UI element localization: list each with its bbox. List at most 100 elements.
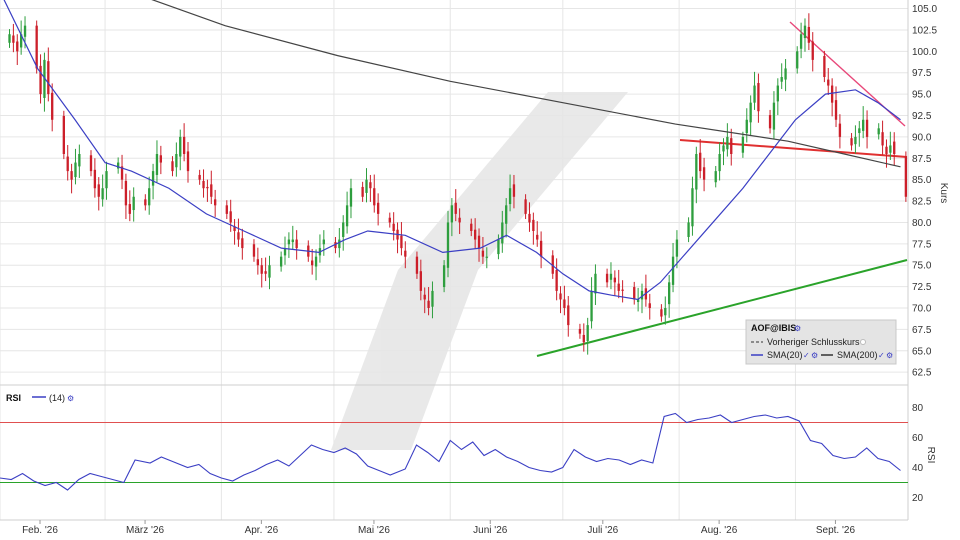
- candle-body: [101, 188, 104, 200]
- candle-body: [854, 136, 857, 145]
- candle-body: [78, 154, 81, 167]
- candle-body: [404, 250, 407, 257]
- candle-body: [609, 273, 613, 280]
- candle-body: [369, 182, 372, 189]
- candle-body: [342, 222, 345, 237]
- candle-body: [784, 68, 787, 80]
- candle-body: [97, 184, 100, 197]
- candle-body: [621, 289, 624, 291]
- candle-body: [345, 205, 349, 227]
- candle-body: [741, 136, 745, 153]
- price-tick-label: 102.5: [912, 25, 937, 36]
- candle-body: [830, 85, 834, 103]
- candle-body: [567, 305, 570, 326]
- candle-body: [66, 156, 69, 172]
- price-tick-label: 80.0: [912, 218, 932, 229]
- price-tick-label: 65.0: [912, 346, 932, 357]
- candle-body: [881, 132, 884, 146]
- candle-body: [155, 154, 159, 175]
- price-tick-label: 87.5: [912, 154, 932, 165]
- candle-body: [70, 171, 73, 180]
- x-tick-label: Feb. '26: [22, 525, 58, 536]
- candle-body: [590, 290, 593, 322]
- x-tick-label: März '26: [126, 525, 164, 536]
- candle-body: [501, 222, 504, 244]
- candle-body: [893, 141, 896, 154]
- price-tick-label: 97.5: [912, 68, 932, 79]
- candle-body: [582, 334, 585, 343]
- candle-body: [400, 235, 403, 249]
- rsi-tick-label: 40: [912, 463, 924, 474]
- legend-symbol: AOF@IBIS: [751, 323, 796, 333]
- candle-body: [834, 100, 838, 120]
- candle-body: [186, 151, 190, 172]
- candle-body: [198, 174, 201, 180]
- candle-body: [314, 256, 318, 267]
- candle-body: [862, 119, 865, 131]
- candle-body: [850, 138, 853, 146]
- candle-body: [237, 232, 240, 240]
- check-icon[interactable]: ✓: [803, 351, 810, 360]
- candle-body: [151, 171, 155, 186]
- candle-body: [454, 202, 457, 214]
- legend-prev-close: Vorheriger Schlusskurs: [767, 337, 860, 347]
- settings-icon[interactable]: ⚙: [886, 351, 893, 360]
- candle-body: [555, 269, 558, 291]
- price-y-ticks: 62.5 65.0 67.5 70.0 72.5 75.0 77.5 80.0 82.5 85.0…: [912, 4, 937, 379]
- x-tick-label: Apr. '26: [245, 525, 279, 536]
- toggle-dot-icon[interactable]: [860, 339, 866, 345]
- candle-body: [718, 154, 721, 172]
- watermark-logo: [331, 92, 628, 450]
- candle-body: [295, 239, 298, 249]
- settings-icon[interactable]: ⚙: [811, 351, 818, 360]
- rsi-period: (14): [49, 393, 65, 403]
- candle-body: [753, 85, 756, 103]
- price-tick-label: 70.0: [912, 304, 932, 315]
- candle-body: [349, 188, 353, 207]
- legend-sma20: SMA(20): [767, 350, 803, 360]
- rsi-label: RSI: [6, 393, 21, 403]
- candle-body: [427, 300, 430, 308]
- candle-body: [675, 239, 679, 257]
- candle-body: [62, 115, 65, 154]
- candle-body: [338, 239, 341, 249]
- x-tick-label: Mai '26: [358, 525, 390, 536]
- candle-body: [287, 239, 291, 245]
- candle-body: [392, 223, 395, 231]
- rsi-grid: [0, 422, 908, 483]
- candle-body: [279, 256, 283, 267]
- candle-body: [229, 211, 232, 223]
- price-tick-label: 92.5: [912, 111, 932, 122]
- candle-body: [182, 136, 186, 154]
- candle-body: [365, 179, 368, 193]
- candle-body: [648, 303, 651, 308]
- candle-body: [89, 155, 93, 172]
- check-icon[interactable]: ✓: [878, 351, 885, 360]
- candle-body: [532, 219, 535, 231]
- x-tick-label: Sept. '26: [816, 525, 856, 536]
- candle-body: [470, 223, 473, 231]
- candle-body: [807, 26, 811, 43]
- candle-body: [311, 260, 314, 266]
- price-tick-label: 72.5: [912, 282, 932, 293]
- price-tick-label: 85.0: [912, 175, 932, 186]
- candle-body: [171, 161, 174, 172]
- candle-body: [23, 25, 27, 37]
- candle-body: [865, 119, 869, 137]
- candle-body: [811, 41, 814, 60]
- candle-body: [757, 82, 760, 112]
- price-tick-label: 75.0: [912, 261, 932, 272]
- legend-sma200: SMA(200): [837, 350, 878, 360]
- settings-icon[interactable]: ⚙: [794, 324, 801, 333]
- rsi-tick-label: 60: [912, 433, 924, 444]
- candle-body: [16, 41, 19, 52]
- candle-body: [594, 273, 597, 294]
- candle-body: [528, 213, 531, 223]
- candle-body: [671, 256, 675, 285]
- candle-body: [175, 154, 178, 168]
- candle-body: [264, 271, 267, 274]
- candle-body: [586, 325, 589, 341]
- candle-body: [12, 35, 15, 43]
- settings-icon[interactable]: ⚙: [67, 394, 74, 403]
- candle-body: [687, 222, 690, 237]
